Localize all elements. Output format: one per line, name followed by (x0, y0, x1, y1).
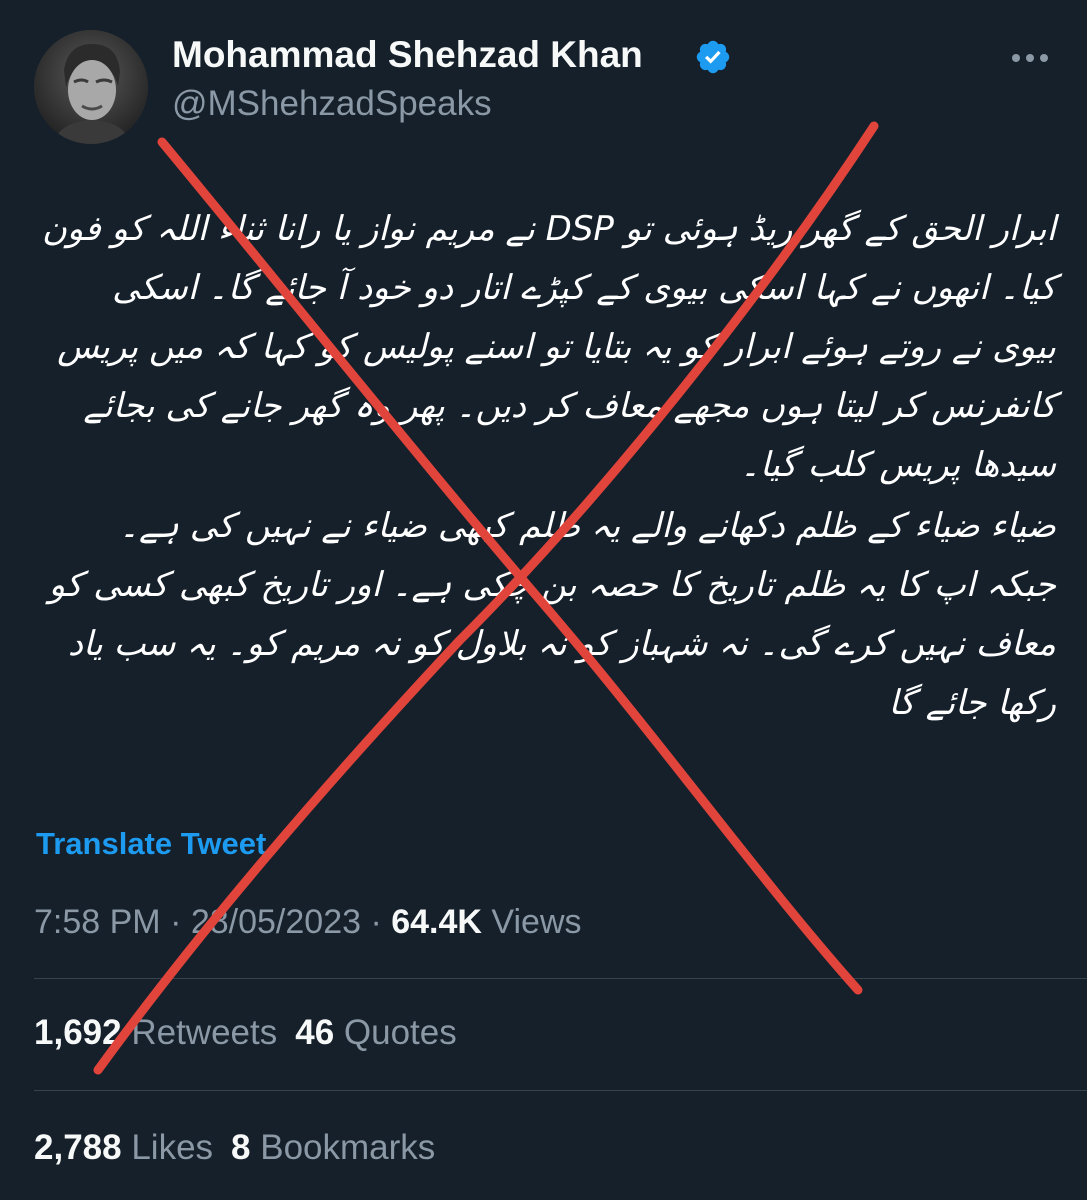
author-name[interactable]: Mohammad Shehzad Khan (172, 34, 643, 76)
profile-photo (34, 30, 148, 144)
bookmarks-count: 8 (231, 1128, 251, 1167)
retweets-stat[interactable]: 1,692 Retweets (34, 1013, 277, 1053)
tweet-paragraph-2: ضیاء ضیاء کے ظلم دکھانے والے یہ ظلم کبھی… (48, 506, 1056, 723)
more-options-icon[interactable] (1008, 46, 1052, 70)
meta-separator: · (160, 903, 191, 941)
likes-stat[interactable]: 2,788 Likes (34, 1128, 213, 1168)
tweet-time[interactable]: 7:58 PM (34, 903, 161, 941)
divider (34, 1090, 1087, 1091)
quotes-count: 46 (295, 1013, 335, 1052)
quotes-stat[interactable]: 46 Quotes (295, 1013, 457, 1053)
engagement-row-1: 1,692 Retweets 46 Quotes (34, 1013, 475, 1053)
tweet-detail-page: Mohammad Shehzad Khan @MShehzadSpeaks اب… (0, 0, 1087, 1200)
bookmarks-stat[interactable]: 8 Bookmarks (231, 1128, 435, 1168)
likes-count: 2,788 (34, 1128, 122, 1167)
verified-badge-icon (696, 40, 730, 74)
likes-label: Likes (131, 1128, 214, 1167)
translate-tweet-link[interactable]: Translate Tweet (36, 826, 266, 862)
tweet-body: ابرار الحق کے گھر ریڈ ہوئی تو DSP نے مری… (40, 200, 1056, 780)
tweet-paragraph-1: ابرار الحق کے گھر ریڈ ہوئی تو DSP نے مری… (41, 209, 1056, 485)
views-label: Views (491, 903, 582, 941)
views-count: 64.4K (391, 903, 482, 941)
tweet-meta: 7:58 PM · 28/05/2023 · 64.4K Views (34, 903, 582, 942)
tweet-date[interactable]: 28/05/2023 (191, 903, 361, 941)
divider (34, 978, 1087, 979)
retweets-label: Retweets (131, 1013, 278, 1052)
author-handle[interactable]: @MShehzadSpeaks (172, 84, 492, 124)
retweets-count: 1,692 (34, 1013, 122, 1052)
bookmarks-label: Bookmarks (260, 1128, 436, 1167)
avatar[interactable] (34, 30, 148, 144)
quotes-label: Quotes (343, 1013, 457, 1052)
meta-separator: · (361, 903, 392, 941)
engagement-row-2: 2,788 Likes 8 Bookmarks (34, 1128, 453, 1168)
